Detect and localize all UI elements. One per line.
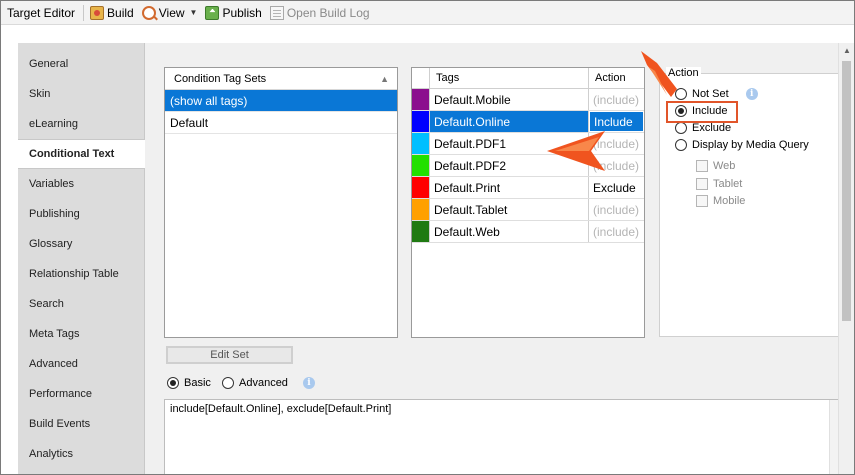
sidebar-item-analytics[interactable]: Analytics bbox=[18, 439, 145, 469]
tag-name: Default.Print bbox=[430, 177, 589, 198]
sidebar-item-build-events[interactable]: Build Events bbox=[18, 409, 145, 439]
toolbar: Target Editor Build View ▼ Publish Open … bbox=[1, 1, 854, 25]
publish-label: Publish bbox=[222, 5, 262, 20]
sidebar-item-publishing[interactable]: Publishing bbox=[18, 199, 145, 229]
radio-media-query[interactable]: Display by Media Query bbox=[675, 139, 809, 151]
radio-advanced-label: Advanced bbox=[239, 377, 288, 389]
callout-arrow-icon bbox=[547, 131, 605, 171]
tags-grid-header: Tags Action bbox=[412, 68, 644, 89]
list-item[interactable]: Default bbox=[165, 112, 397, 134]
radio-media-query-button[interactable] bbox=[675, 139, 687, 151]
sidebar: General Skin eLearning Conditional Text … bbox=[18, 43, 146, 474]
tag-action[interactable]: (include) bbox=[589, 221, 644, 242]
condition-expression-text: include[Default.Online], exclude[Default… bbox=[170, 403, 392, 415]
radio-not-set-label: Not Set bbox=[692, 88, 729, 100]
tag-color-swatch bbox=[412, 111, 430, 132]
sidebar-item-performance[interactable]: Performance bbox=[18, 379, 145, 409]
checkbox-web[interactable]: Web bbox=[696, 160, 735, 172]
tag-color-swatch bbox=[412, 89, 430, 110]
sidebar-item-general[interactable]: General bbox=[18, 49, 145, 79]
build-log-icon bbox=[269, 5, 284, 20]
info-icon[interactable]: i bbox=[745, 88, 758, 100]
include-highlight-box bbox=[666, 101, 738, 123]
tag-color-swatch bbox=[412, 177, 430, 198]
checkbox-tablet-label: Tablet bbox=[713, 178, 743, 190]
table-row[interactable]: Default.Web (include) bbox=[412, 221, 644, 243]
build-button[interactable]: Build bbox=[86, 3, 138, 23]
build-icon bbox=[90, 5, 105, 20]
tag-name: Default.Tablet bbox=[430, 199, 589, 220]
tag-name: Default.Mobile bbox=[430, 89, 589, 110]
checkbox-mobile-label: Mobile bbox=[713, 195, 746, 207]
condition-tag-sets-header-label: Condition Tag Sets bbox=[174, 72, 267, 85]
checkbox-web-box[interactable] bbox=[696, 160, 708, 172]
open-build-log-button[interactable]: Open Build Log bbox=[266, 3, 374, 23]
table-row[interactable]: Default.Print Exclude bbox=[412, 177, 644, 199]
tag-color-swatch bbox=[412, 221, 430, 242]
target-editor-window: Target Editor Build View ▼ Publish Open … bbox=[0, 0, 855, 475]
tags-grid[interactable]: Tags Action Default.Mobile (include) Def… bbox=[411, 67, 645, 338]
window-title: Target Editor bbox=[7, 5, 76, 20]
radio-media-query-label: Display by Media Query bbox=[692, 139, 809, 151]
tag-color-swatch bbox=[412, 155, 430, 176]
table-row[interactable]: Default.Tablet (include) bbox=[412, 199, 644, 221]
radio-basic-button[interactable] bbox=[167, 377, 179, 389]
view-label: View bbox=[158, 5, 185, 20]
publish-button[interactable]: Publish bbox=[201, 3, 265, 23]
radio-basic-label: Basic bbox=[184, 377, 211, 389]
condition-expression-box[interactable]: include[Default.Online], exclude[Default… bbox=[164, 399, 840, 474]
tag-action[interactable]: (include) bbox=[589, 199, 644, 220]
radio-advanced[interactable]: Advanced bbox=[222, 377, 288, 389]
sidebar-item-glossary[interactable]: Glossary bbox=[18, 229, 145, 259]
sidebar-item-relationship-table[interactable]: Relationship Table bbox=[18, 259, 145, 289]
radio-exclude-label: Exclude bbox=[692, 122, 732, 134]
condition-tag-sets-header[interactable]: Condition Tag Sets ▲ bbox=[165, 68, 397, 90]
chevron-down-icon[interactable]: ▼ bbox=[190, 8, 198, 17]
panel-scrollbar[interactable]: ▲ bbox=[838, 43, 854, 474]
sidebar-item-conditional-text[interactable]: Conditional Text bbox=[18, 139, 146, 169]
radio-not-set[interactable]: Not Set i bbox=[675, 88, 758, 100]
toolbar-separator bbox=[83, 4, 85, 21]
open-build-log-label: Open Build Log bbox=[286, 5, 370, 20]
scroll-up-icon[interactable]: ▲ bbox=[843, 46, 851, 55]
radio-exclude[interactable]: Exclude bbox=[675, 122, 731, 134]
sidebar-item-search[interactable]: Search bbox=[18, 289, 145, 319]
callout-arrow-icon bbox=[641, 51, 677, 97]
build-label: Build bbox=[107, 5, 134, 20]
conditional-text-panel: Condition Tag Sets ▲ (show all tags) Def… bbox=[145, 43, 840, 474]
checkbox-tablet-box[interactable] bbox=[696, 178, 708, 190]
sidebar-item-advanced[interactable]: Advanced bbox=[18, 349, 145, 379]
checkbox-mobile-box[interactable] bbox=[696, 195, 708, 207]
content-area: General Skin eLearning Conditional Text … bbox=[1, 26, 854, 474]
condition-tag-sets-list[interactable]: Condition Tag Sets ▲ (show all tags) Def… bbox=[164, 67, 398, 338]
tag-action[interactable]: Exclude bbox=[589, 177, 644, 198]
tag-color-swatch bbox=[412, 199, 430, 220]
publish-icon bbox=[205, 5, 220, 20]
checkbox-web-label: Web bbox=[713, 160, 736, 172]
radio-exclude-button[interactable] bbox=[675, 122, 687, 134]
checkbox-mobile[interactable]: Mobile bbox=[696, 195, 745, 207]
view-icon bbox=[141, 5, 156, 20]
edit-set-button[interactable]: Edit Set bbox=[166, 346, 293, 364]
radio-basic[interactable]: Basic bbox=[167, 377, 211, 389]
table-row[interactable]: Default.Mobile (include) bbox=[412, 89, 644, 111]
sidebar-item-elearning[interactable]: eLearning bbox=[18, 109, 145, 139]
view-button[interactable]: View ▼ bbox=[138, 3, 202, 23]
tag-name: Default.Web bbox=[430, 221, 589, 242]
scrollbar-thumb[interactable] bbox=[842, 61, 851, 321]
sidebar-item-variables[interactable]: Variables bbox=[18, 169, 145, 199]
sidebar-item-skin[interactable]: Skin bbox=[18, 79, 145, 109]
sidebar-item-meta-tags[interactable]: Meta Tags bbox=[18, 319, 145, 349]
tags-column-header[interactable]: Tags bbox=[430, 68, 589, 88]
checkbox-tablet[interactable]: Tablet bbox=[696, 178, 742, 190]
list-item[interactable]: (show all tags) bbox=[165, 90, 397, 112]
color-column-header bbox=[412, 68, 430, 88]
radio-advanced-button[interactable] bbox=[222, 377, 234, 389]
sort-asc-icon: ▲ bbox=[380, 74, 389, 84]
info-icon[interactable]: i bbox=[303, 377, 315, 389]
tag-color-swatch bbox=[412, 133, 430, 154]
